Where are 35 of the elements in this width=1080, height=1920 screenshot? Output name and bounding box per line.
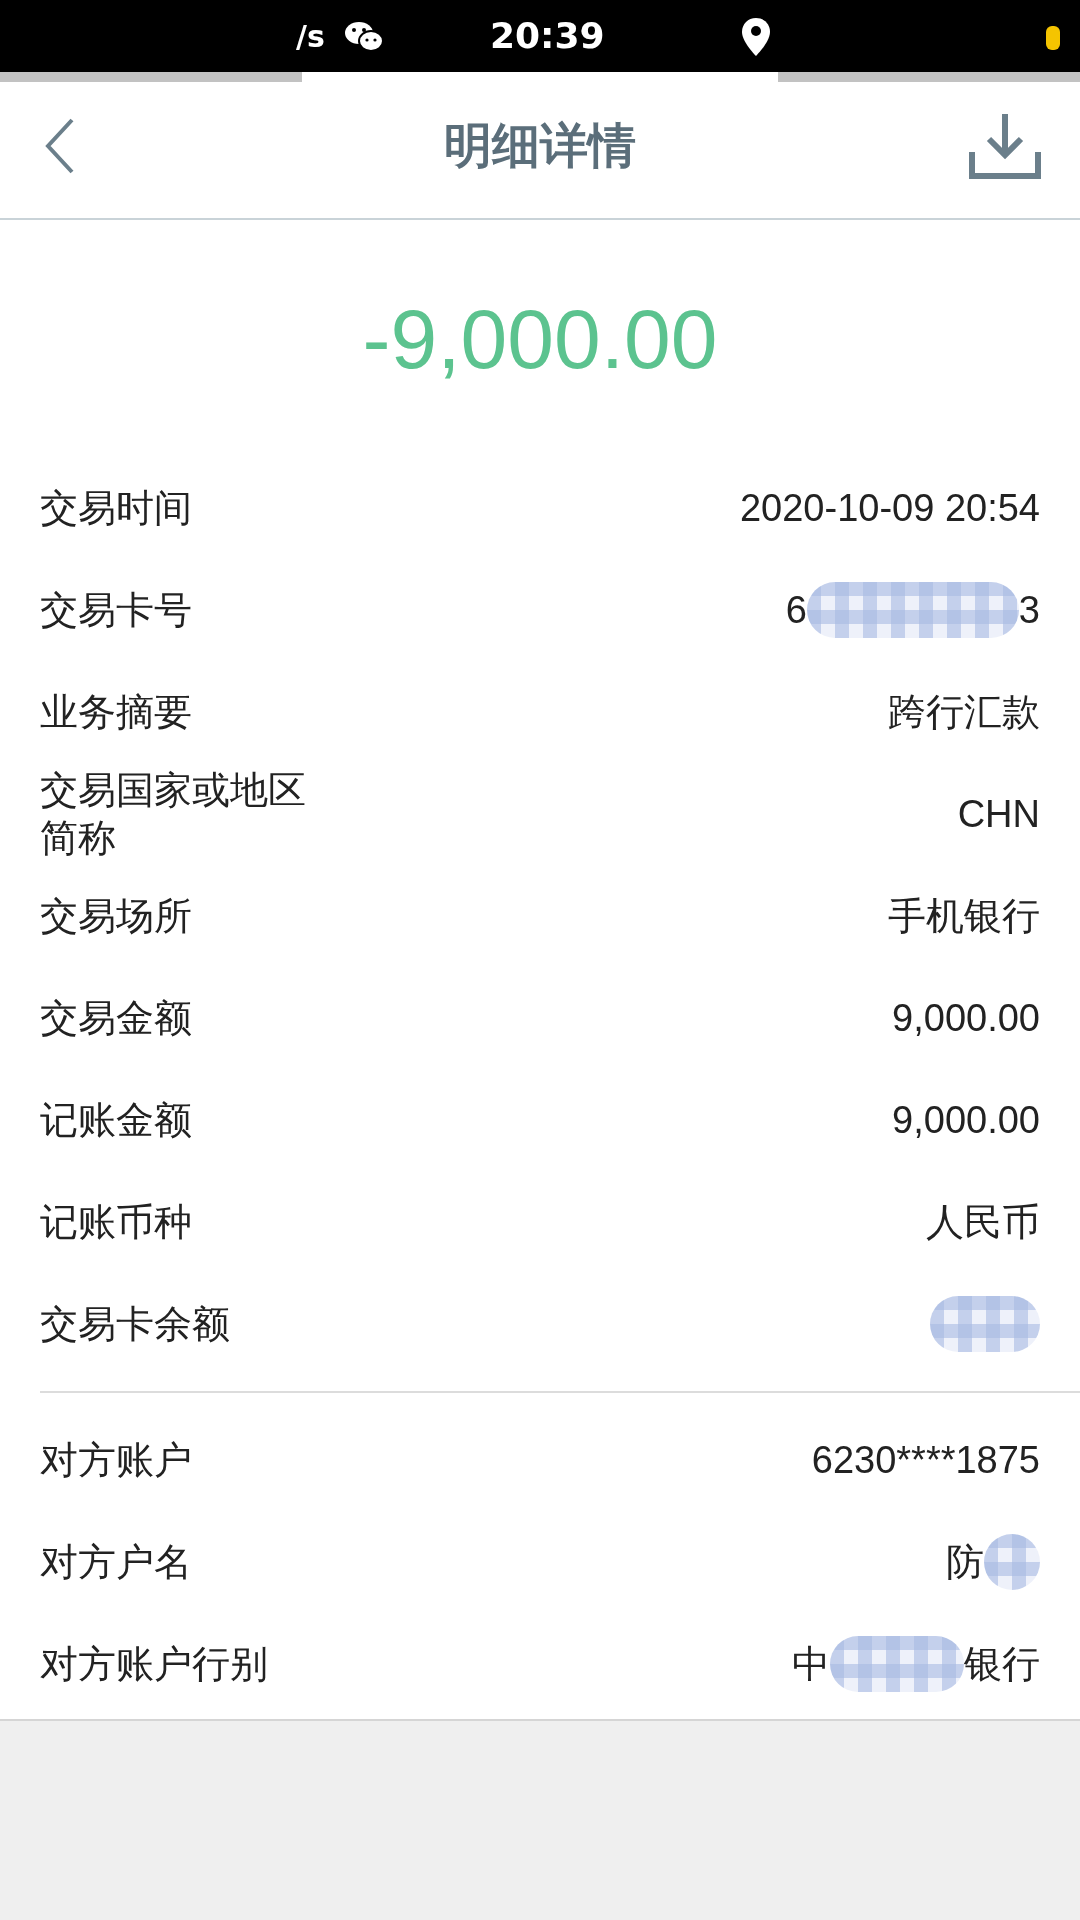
field-label: 交易场所 <box>40 893 193 940</box>
field-label: 对方账户 <box>40 1437 193 1484</box>
field-value: 手机银行 <box>888 893 1040 939</box>
redaction-sticker <box>984 1534 1040 1590</box>
field-label: 对方户名 <box>40 1539 193 1586</box>
field-label: 记账金额 <box>40 1097 193 1144</box>
field-value: 防 <box>946 1539 984 1585</box>
battery-icon <box>1046 26 1060 50</box>
field-value: 9,000.00 <box>892 995 1040 1041</box>
clock-time: 20:39 <box>490 14 605 58</box>
field-label: 交易卡余额 <box>40 1301 231 1348</box>
field-label: 对方账户行别 <box>40 1641 269 1688</box>
field-value: 6230****1875 <box>811 1437 1040 1483</box>
field-label: 交易金额 <box>40 995 193 1042</box>
transaction-amount: -9,000.00 <box>362 290 718 388</box>
network-speed: /s <box>296 17 325 56</box>
location-pin-icon <box>742 18 770 56</box>
field-label: 交易时间 <box>40 485 193 532</box>
download-icon <box>968 112 1042 180</box>
page-title: 明细详情 <box>444 116 636 175</box>
field-value: 人民币 <box>926 1199 1040 1245</box>
field-value: 3 <box>1018 587 1040 633</box>
download-button[interactable] <box>968 112 1042 180</box>
field-label: 交易国家或地区简称 <box>40 767 307 862</box>
field-label: 交易卡号 <box>40 587 193 634</box>
chevron-left-icon <box>45 118 75 174</box>
field-value: 银行 <box>964 1641 1040 1687</box>
field-value: 9,000.00 <box>892 1097 1040 1143</box>
field-value: 中 <box>792 1641 830 1687</box>
field-value: 6 <box>785 587 807 633</box>
field-value: 跨行汇款 <box>888 689 1040 735</box>
field-value: CHN <box>957 791 1040 837</box>
field-value: 2020-10-09 20:54 <box>739 485 1040 531</box>
field-label: 记账币种 <box>40 1199 193 1246</box>
field-label: 业务摘要 <box>40 689 193 736</box>
